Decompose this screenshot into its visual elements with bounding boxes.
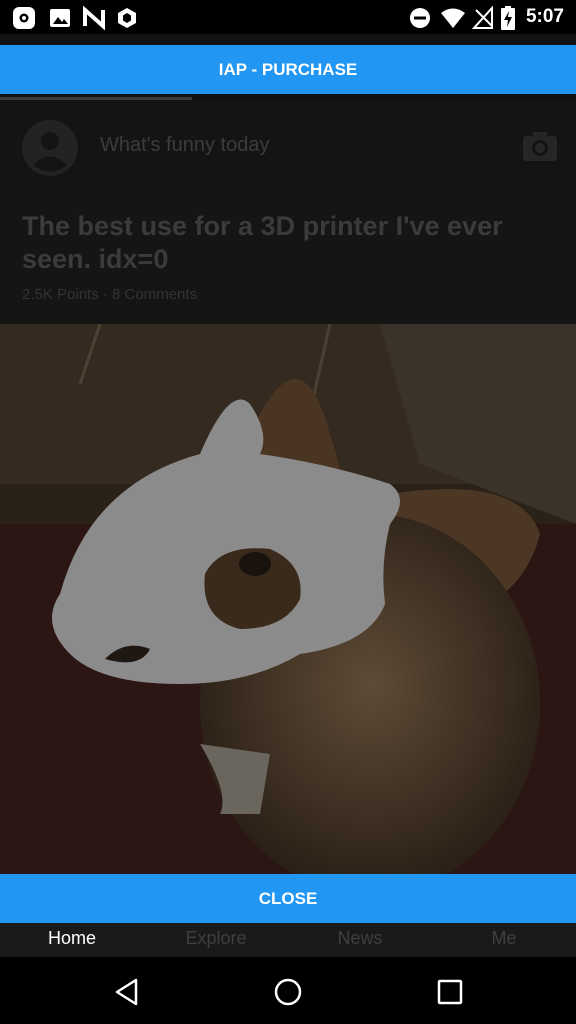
post-title[interactable]: The best use for a 3D printer I've ever … [22, 210, 542, 276]
iap-purchase-button[interactable]: IAP - PURCHASE [0, 45, 576, 94]
post-photo [0, 324, 576, 874]
camera-icon[interactable] [522, 130, 558, 162]
shield-app-icon [118, 8, 136, 28]
post-meta: 2.5K Points · 8 Comments [22, 286, 198, 303]
tab-explore[interactable]: Explore [144, 923, 288, 957]
clock: 5:07 [525, 6, 564, 27]
home-icon[interactable] [273, 977, 303, 1007]
status-bar: 5:07 [0, 0, 576, 34]
recents-icon[interactable] [435, 977, 465, 1007]
post-image[interactable] [0, 324, 576, 874]
gallery-icon [50, 9, 70, 27]
avatar-icon [22, 120, 78, 176]
back-icon[interactable] [112, 977, 142, 1007]
n-app-icon [83, 6, 105, 30]
settings-app-icon [13, 7, 35, 29]
tab-me[interactable]: Me [432, 923, 576, 957]
bottom-tab-bar: Home Explore News Me [0, 923, 576, 957]
composer-placeholder[interactable]: What's funny today [100, 134, 269, 157]
post-composer[interactable]: What's funny today [0, 100, 576, 188]
system-nav-bar [0, 957, 576, 1024]
wifi-icon [441, 8, 465, 28]
battery-charging-icon [501, 6, 515, 30]
post-header[interactable]: The best use for a 3D printer I've ever … [0, 188, 576, 324]
no-signal-icon [472, 6, 493, 29]
do-not-disturb-icon [410, 8, 430, 28]
tab-news[interactable]: News [288, 923, 432, 957]
tab-home[interactable]: Home [0, 923, 144, 957]
close-button[interactable]: CLOSE [0, 874, 576, 923]
